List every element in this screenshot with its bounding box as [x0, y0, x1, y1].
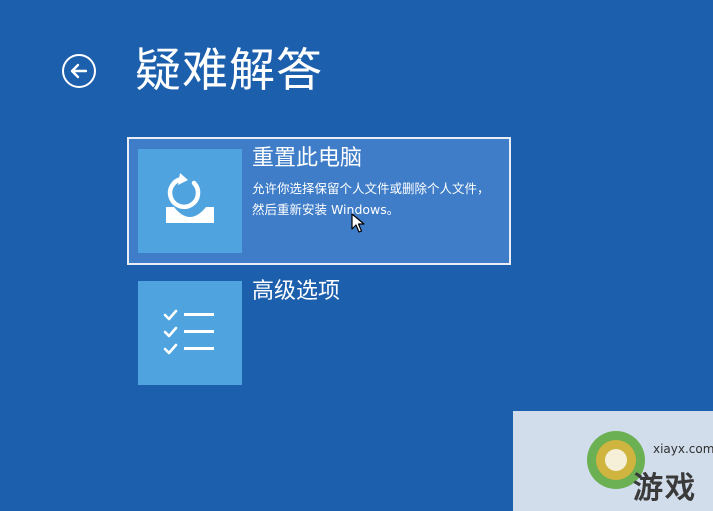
back-button[interactable]: [62, 54, 96, 88]
watermark: xiayx.com 游戏: [513, 411, 713, 511]
reset-pc-tile: [138, 149, 242, 253]
mouse-cursor-icon: [351, 213, 365, 233]
reset-pc-option[interactable]: 重置此电脑 允许你选择保留个人文件或删除个人文件，然后重新安装 Windows。: [127, 137, 511, 265]
watermark-name: 游戏: [633, 471, 697, 506]
advanced-options-option[interactable]: 高级选项: [127, 275, 511, 393]
advanced-options-title: 高级选项: [252, 279, 341, 304]
reset-pc-description: 允许你选择保留个人文件或删除个人文件，然后重新安装 Windows。: [252, 181, 490, 217]
page-title: 疑难解答: [135, 43, 323, 97]
watermark-domain: xiayx.com: [653, 442, 713, 456]
reset-pc-icon: [166, 173, 214, 223]
arrow-left-icon: [70, 63, 88, 79]
checklist-icon: [163, 309, 214, 355]
reset-pc-title: 重置此电脑: [252, 146, 363, 171]
advanced-options-tile: [138, 281, 242, 385]
